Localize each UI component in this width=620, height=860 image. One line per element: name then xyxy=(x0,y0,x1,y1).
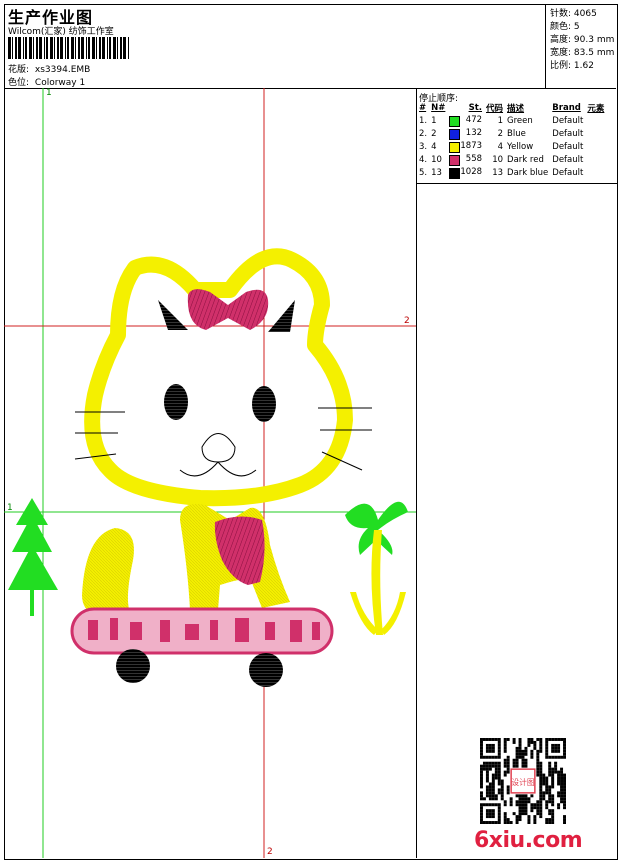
cat-nose xyxy=(201,433,236,463)
cat-eye-left xyxy=(164,384,188,420)
skateboard-wheel-left xyxy=(116,649,150,683)
cat-ear-right-inner xyxy=(268,300,295,332)
palm-tree xyxy=(345,501,408,635)
watermark-logo: 6xiu.com xyxy=(474,828,583,853)
cat-tail xyxy=(82,528,134,615)
guide-label-h-red: 2 xyxy=(404,316,410,326)
qr-code-icon: 设计图 xyxy=(480,738,566,824)
guide-label-h-green: 1 xyxy=(7,503,13,513)
design-artwork xyxy=(4,88,416,858)
skateboard-wheel-right xyxy=(249,653,283,687)
guide-label-v-green: 1 xyxy=(46,88,52,98)
qr-stamp-text: 设计图 xyxy=(511,777,534,787)
tree-left xyxy=(8,498,58,616)
cat-eye-right xyxy=(252,386,276,422)
cat-mouth xyxy=(179,461,257,477)
guide-label-v-red: 2 xyxy=(267,847,273,857)
